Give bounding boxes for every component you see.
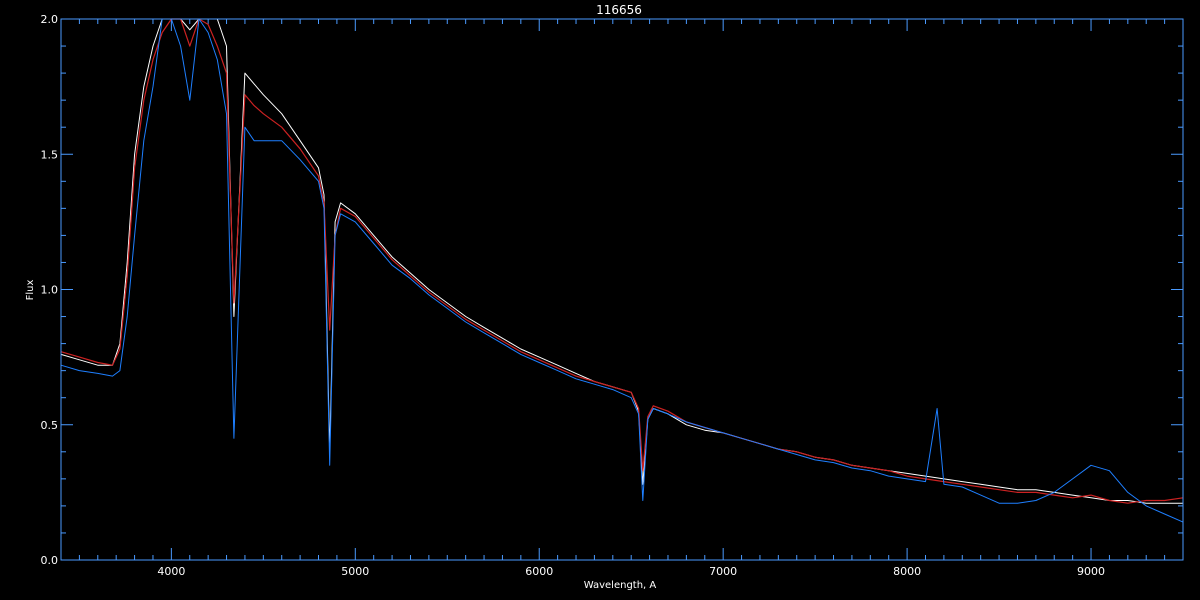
y-tick-label: 1.5 [41, 148, 59, 161]
series-line-2 [60, 18, 1184, 523]
x-tick-label: 6000 [525, 565, 553, 578]
y-tick-label: 0.0 [41, 554, 59, 567]
series-line-0 [60, 18, 1183, 504]
y-axis-label: Flux [25, 280, 36, 301]
x-tick-label: 8000 [893, 565, 921, 578]
x-axis-label: Wavelength, A [584, 580, 657, 591]
x-tick-label: 7000 [709, 565, 737, 578]
x-tick-label: 9000 [1077, 565, 1105, 578]
y-tick-label: 1.0 [41, 284, 59, 297]
y-tick-label: 0.5 [41, 419, 59, 432]
plot-frame [60, 18, 1184, 561]
y-tick-label: 2.0 [41, 13, 59, 26]
x-tick-label: 5000 [341, 565, 369, 578]
axis-ticks: 4000 5000 6000 7000 8000 9000 0.0 0.5 1.0 1.5 2.0 [41, 13, 1184, 578]
spectrum-chart: 116656 Wavelength, A Flux 4000 5000 6000 70… [25, 3, 1184, 591]
series-line-1 [60, 18, 1184, 504]
series-layer [60, 18, 1184, 523]
x-tick-label: 4000 [157, 565, 185, 578]
chart-title: 116656 [596, 3, 642, 17]
